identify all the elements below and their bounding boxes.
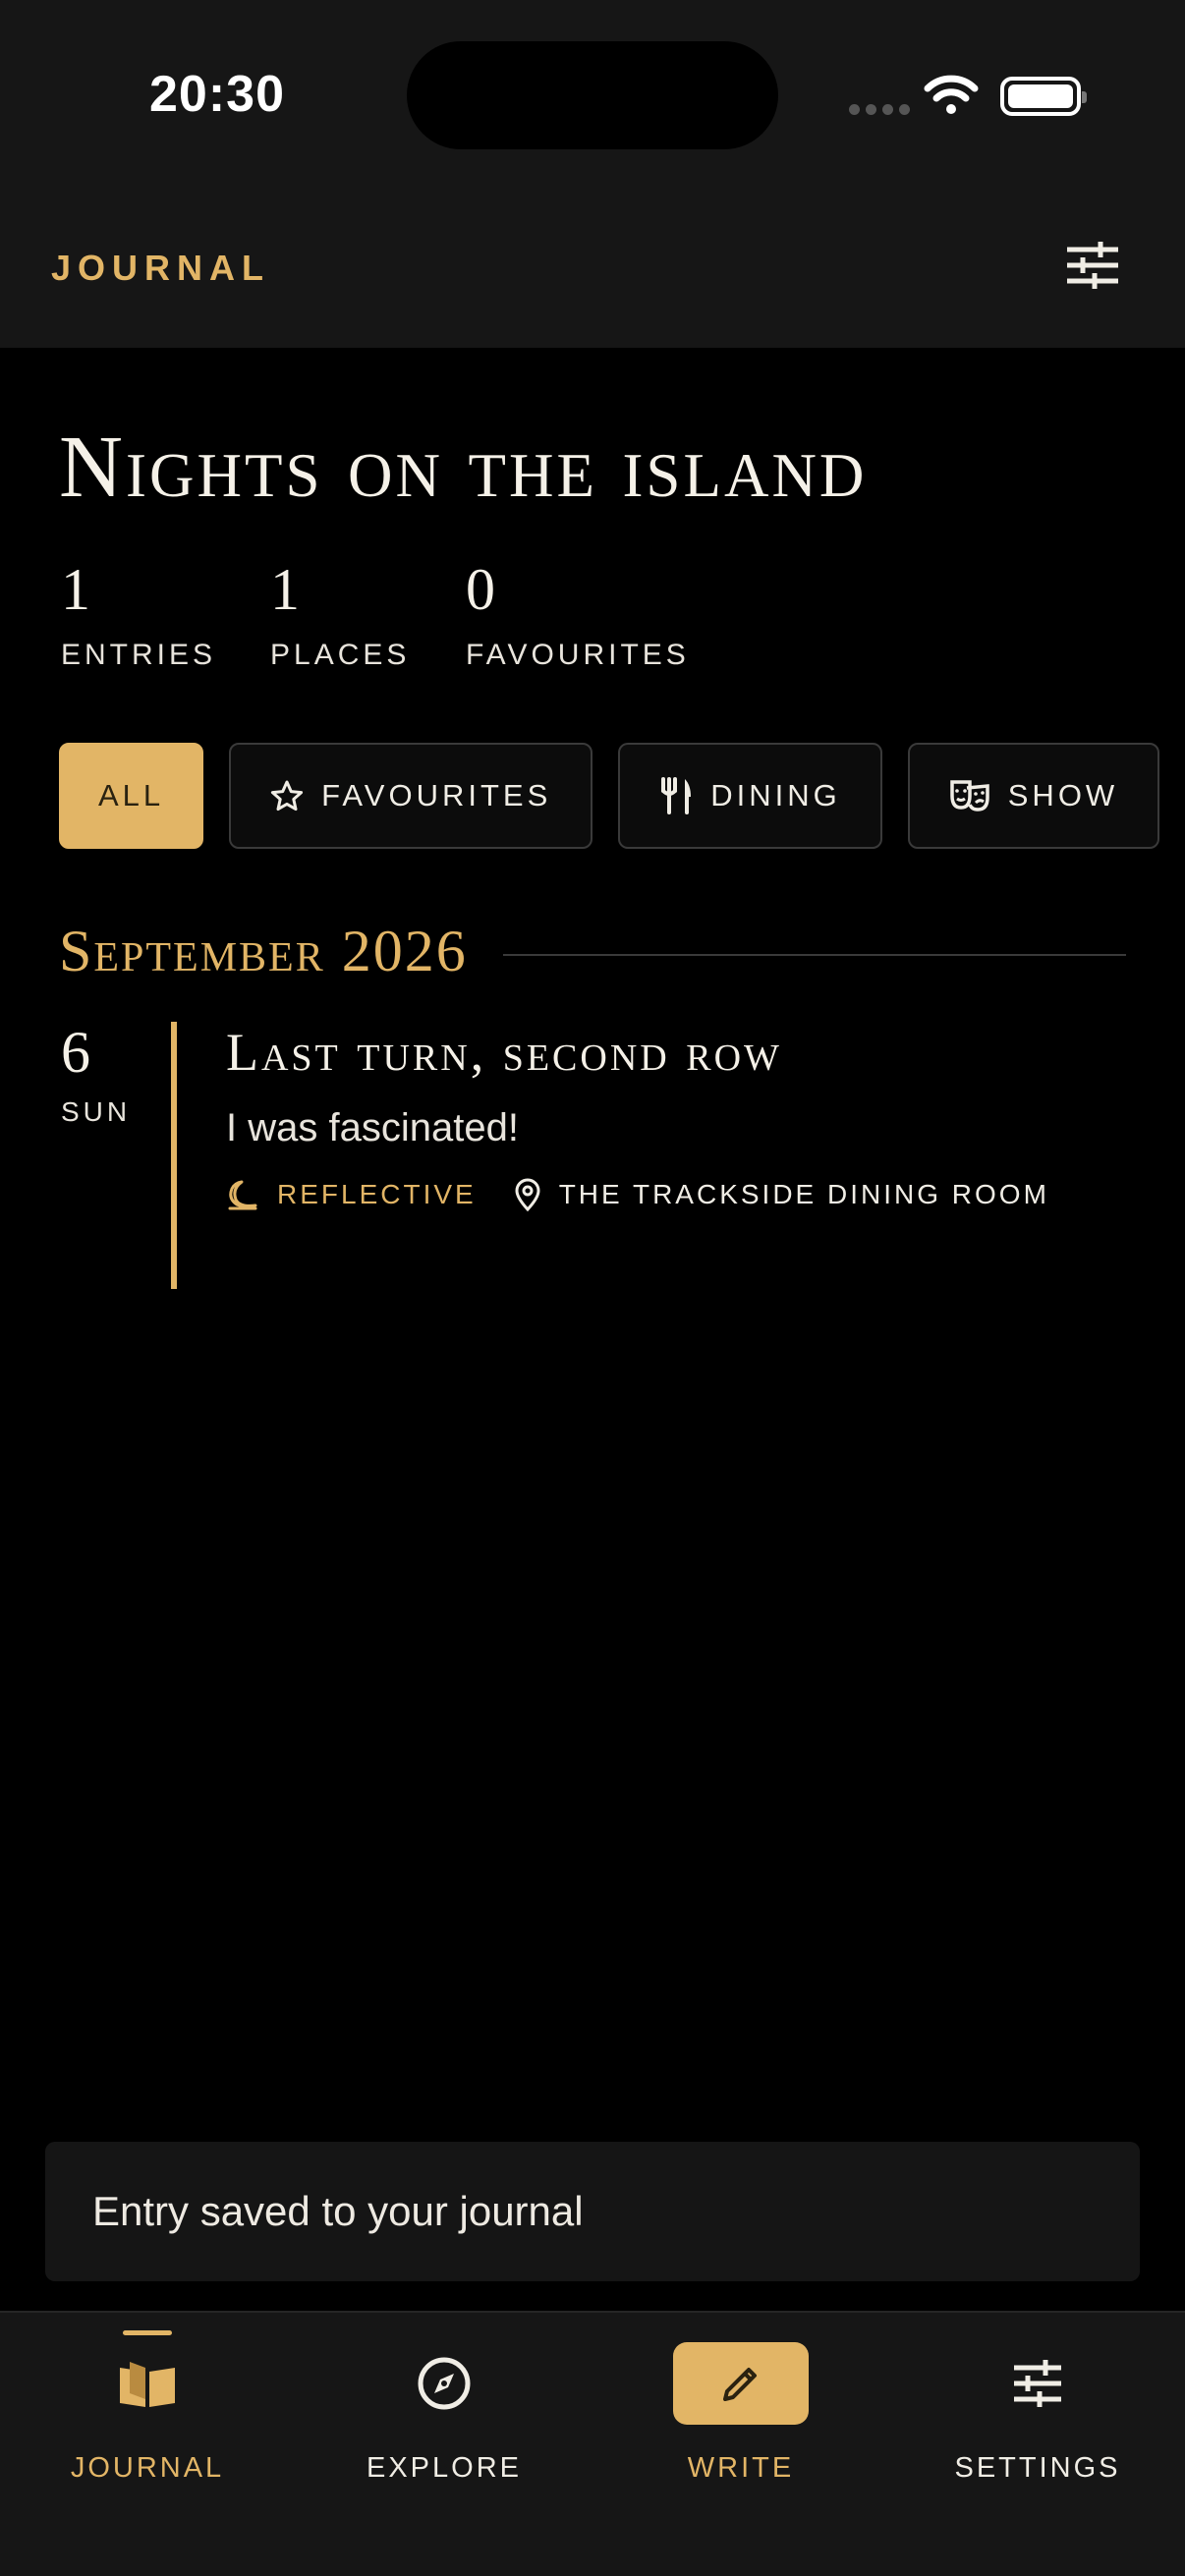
tab-active-indicator	[123, 2330, 172, 2335]
entry-meta: REFLECTIVE THE TRACKSIDE DINING ROOM	[226, 1178, 1049, 1211]
journal-entry[interactable]: 6 SUN Last turn, second row I was fascin…	[59, 1022, 1126, 1289]
place-label: THE TRACKSIDE DINING ROOM	[558, 1179, 1049, 1209]
top-bar: 20:30 JOURNAL	[0, 0, 1185, 348]
battery-icon	[1000, 77, 1087, 116]
entry-excerpt: I was fascinated!	[226, 1106, 519, 1149]
journal-screen: 20:30 JOURNAL Nights on the island 1 ENT…	[0, 0, 1185, 2576]
toast-message: Entry saved to your journal	[45, 2142, 1140, 2281]
entry-accent-bar	[171, 1022, 177, 1289]
filter-chips: ALL FAVOURITES DINING SHOW	[59, 743, 1185, 849]
entry-day: 6	[61, 1020, 90, 1085]
chip-label: FAVOURITES	[321, 778, 552, 812]
stat-label: FAVOURITES	[466, 639, 690, 671]
tab-journal[interactable]: JOURNAL	[0, 2313, 295, 2499]
tab-label: JOURNAL	[70, 2452, 225, 2484]
theater-masks-icon	[950, 780, 989, 812]
chip-dining[interactable]: DINING	[618, 743, 882, 849]
book-icon	[120, 2362, 175, 2407]
fork-knife-icon	[661, 777, 692, 814]
tab-settings[interactable]: SETTINGS	[890, 2313, 1185, 2499]
month-divider	[502, 953, 1126, 956]
chip-label: ALL	[98, 778, 165, 812]
sliders-icon	[1014, 2360, 1061, 2407]
chip-label: SHOW	[1007, 778, 1119, 812]
chip-show[interactable]: SHOW	[907, 743, 1160, 849]
mood-label: REFLECTIVE	[277, 1179, 477, 1209]
cellular-signal-icon	[849, 104, 910, 115]
stat-label: PLACES	[270, 639, 411, 671]
stat-entries: 1 ENTRIES	[61, 558, 270, 672]
chip-all[interactable]: ALL	[59, 743, 204, 849]
place-tag: THE TRACKSIDE DINING ROOM	[514, 1178, 1049, 1211]
dynamic-island	[407, 41, 778, 149]
app-title: JOURNAL	[51, 248, 271, 288]
tab-label: SETTINGS	[954, 2452, 1121, 2484]
month-label: September 2026	[59, 919, 468, 983]
page-title: Nights on the island	[59, 419, 868, 516]
filter-button[interactable]	[1061, 236, 1124, 295]
tab-bar: JOURNAL EXPLORE WRITE SETTINGS	[0, 2311, 1185, 2576]
stats-row: 1 ENTRIES 1 PLACES 0 FAVOURITES	[61, 558, 690, 672]
entry-date: 6 SUN	[61, 1022, 149, 1128]
stat-label: ENTRIES	[61, 639, 217, 671]
stat-places: 1 PLACES	[270, 558, 466, 672]
star-icon	[271, 780, 304, 812]
pencil-icon	[723, 2368, 757, 2401]
sliders-icon	[1067, 242, 1118, 289]
moon-icon	[228, 1180, 257, 1210]
stat-value: 0	[466, 557, 495, 622]
stat-value: 1	[61, 557, 90, 622]
entry-body: Last turn, second row I was fascinated! …	[226, 1022, 1049, 1211]
tab-explore[interactable]: EXPLORE	[297, 2313, 592, 2499]
tab-label: EXPLORE	[367, 2452, 522, 2484]
write-button-pill	[673, 2342, 809, 2425]
stat-value: 1	[270, 557, 300, 622]
mood-tag: REFLECTIVE	[226, 1179, 477, 1210]
entry-title: Last turn, second row	[226, 1023, 782, 1082]
location-pin-icon	[515, 1178, 540, 1211]
stat-favourites: 0 FAVOURITES	[466, 558, 690, 672]
chip-label: DINING	[710, 778, 841, 812]
status-time: 20:30	[149, 66, 285, 123]
chip-favourites[interactable]: FAVOURITES	[229, 743, 593, 849]
month-header: September 2026	[59, 918, 1126, 985]
tab-write[interactable]: WRITE	[593, 2313, 888, 2499]
entry-weekday: SUN	[61, 1096, 132, 1127]
compass-icon	[418, 2357, 471, 2410]
tab-label: WRITE	[687, 2452, 795, 2484]
wifi-icon	[924, 75, 979, 114]
